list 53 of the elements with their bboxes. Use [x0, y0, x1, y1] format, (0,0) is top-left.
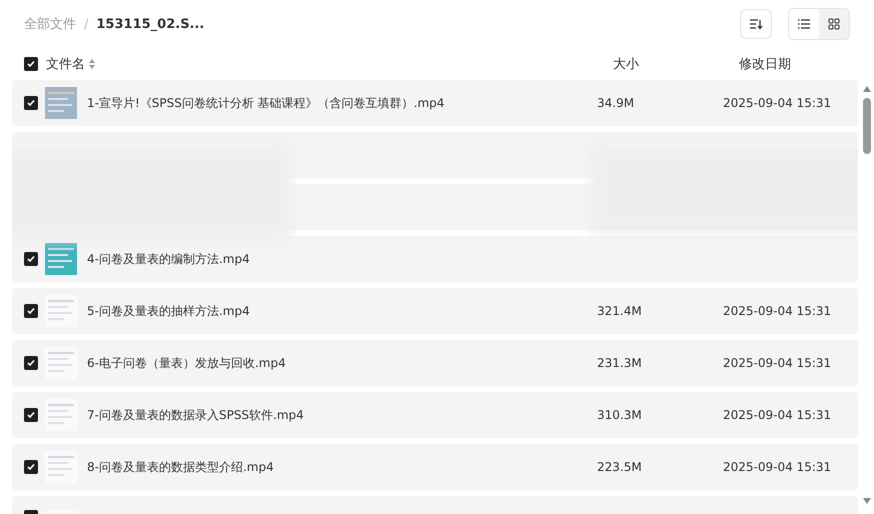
- modified-date: 2025-09-04 15:31: [723, 304, 832, 318]
- file-size: 34.9M: [597, 96, 634, 110]
- checkbox[interactable]: [24, 408, 38, 422]
- file-name: 4-问卷及量表的编制方法.mp4: [87, 250, 251, 268]
- check-icon: [26, 410, 36, 420]
- checkbox[interactable]: [24, 57, 38, 71]
- sort-button[interactable]: [740, 9, 772, 39]
- file-name: 5-问卷及量表的抽样方法.mp4: [87, 302, 251, 320]
- checkbox[interactable]: [24, 304, 38, 318]
- file-row[interactable]: 6-电子问卷（量表）发放与回收.mp4 231.3M 2025-09-04 15:31: [12, 340, 858, 386]
- checkbox[interactable]: [24, 96, 38, 110]
- check-icon: [26, 254, 36, 264]
- grid-view-button[interactable]: [819, 9, 849, 39]
- breadcrumb-item: 153115_02.S...: [96, 16, 204, 32]
- column-header[interactable]: 修改日期: [739, 55, 791, 73]
- video-thumbnail: [45, 87, 77, 119]
- file-row[interactable]: 4-问卷及量表的编制方法.mp4: [12, 236, 858, 282]
- modified-date: 2025-09-04 15:31: [723, 408, 832, 422]
- checkbox[interactable]: [24, 356, 38, 370]
- modified-date: 2025-09-04 15:31: [723, 356, 832, 370]
- modified-date: 2025-09-04 15:31: [723, 96, 832, 110]
- file-row[interactable]: 1-宣导片!《SPSS问卷统计分析 基础课程》（含问卷互填群）.mp4 34.9M 2025-09-04 15:31: [12, 80, 858, 126]
- video-thumbnail: [45, 295, 77, 327]
- file-size: 223.5M: [597, 460, 642, 474]
- file-row[interactable]: 7-问卷及量表的数据录入SPSS软件.mp4 310.3M 2025-09-04 15:31: [12, 392, 858, 438]
- file-size: 321.4M: [597, 304, 642, 318]
- check-icon: [26, 306, 36, 316]
- grid-icon: [828, 18, 840, 30]
- video-thumbnail: [45, 243, 77, 275]
- video-thumbnail: [45, 347, 77, 379]
- check-icon: [26, 98, 36, 108]
- sort-icon[interactable]: [89, 59, 95, 69]
- file-size: 310.3M: [597, 408, 642, 422]
- video-thumbnail: [45, 399, 77, 431]
- video-thumbnail: [45, 451, 77, 483]
- list-icon: [798, 19, 810, 29]
- column-header[interactable]: 文件名: [46, 55, 85, 73]
- breadcrumb-separator: /: [84, 16, 88, 32]
- sort-icon: [749, 18, 763, 30]
- modified-date: 2025-09-04 15:31: [723, 460, 832, 474]
- checkbox[interactable]: [24, 460, 38, 474]
- check-icon: [26, 358, 36, 368]
- file-size: 231.3M: [597, 356, 642, 370]
- file-row[interactable]: 5-问卷及量表的抽样方法.mp4 321.4M 2025-09-04 15:31: [12, 288, 858, 334]
- checkbox[interactable]: [24, 252, 38, 266]
- file-name: 1-宣导片!《SPSS问卷统计分析 基础课程》（含问卷互填群）.mp4: [87, 94, 446, 112]
- check-icon: [26, 462, 36, 472]
- file-name: 8-问卷及量表的数据类型介绍.mp4: [87, 458, 275, 476]
- column-header[interactable]: 大小: [613, 57, 639, 72]
- check-icon: [26, 59, 36, 69]
- file-row[interactable]: 8-问卷及量表的数据类型介绍.mp4 223.5M 2025-09-04 15:31: [12, 444, 858, 490]
- file-name: 6-电子问卷（量表）发放与回收.mp4: [87, 354, 287, 372]
- file-name: 7-问卷及量表的数据录入SPSS软件.mp4: [87, 406, 305, 424]
